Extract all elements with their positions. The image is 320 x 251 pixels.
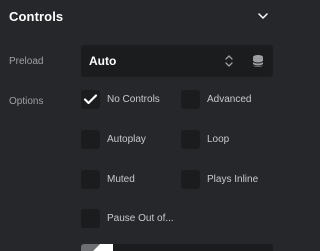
option-pause-out-of-view[interactable]: Pause Out of... xyxy=(81,209,181,229)
option-label: Loop xyxy=(207,134,230,145)
preload-select[interactable]: Auto xyxy=(81,45,273,77)
color-swatch[interactable] xyxy=(81,244,113,251)
option-label: No Controls xyxy=(107,94,160,105)
option-no-controls[interactable]: No Controls xyxy=(81,90,176,110)
option-advanced[interactable]: Advanced xyxy=(181,90,276,110)
database-icon[interactable] xyxy=(252,54,264,68)
section-title: Controls xyxy=(9,9,64,24)
controls-panel: Controls Preload Auto Options No Control… xyxy=(0,0,292,251)
option-autoplay[interactable]: Autoplay xyxy=(81,130,176,150)
option-label: Advanced xyxy=(207,94,252,105)
checkbox[interactable] xyxy=(81,130,100,149)
option-muted[interactable]: Muted xyxy=(81,170,176,190)
checkbox[interactable] xyxy=(181,170,200,189)
preload-label: Preload xyxy=(9,56,44,67)
checkbox[interactable] xyxy=(81,209,100,228)
preload-value: Auto xyxy=(89,54,117,68)
options-label: Options xyxy=(9,96,44,107)
controls-section-header[interactable]: Controls xyxy=(0,0,292,36)
option-label: Plays Inline xyxy=(207,174,259,185)
option-loop[interactable]: Loop xyxy=(181,130,276,150)
checkmark-icon xyxy=(83,94,98,105)
option-label: Muted xyxy=(107,174,135,185)
option-label: Autoplay xyxy=(107,134,146,145)
checkbox[interactable] xyxy=(181,130,200,149)
checkbox[interactable] xyxy=(181,90,200,109)
option-plays-inline[interactable]: Plays Inline xyxy=(181,170,281,190)
color-picker-field[interactable] xyxy=(81,244,273,251)
checkbox[interactable] xyxy=(81,90,100,109)
chevron-down-icon[interactable] xyxy=(257,10,269,22)
option-label: Pause Out of... xyxy=(107,213,174,224)
checkbox[interactable] xyxy=(81,170,100,189)
sort-arrows-icon xyxy=(225,55,233,67)
